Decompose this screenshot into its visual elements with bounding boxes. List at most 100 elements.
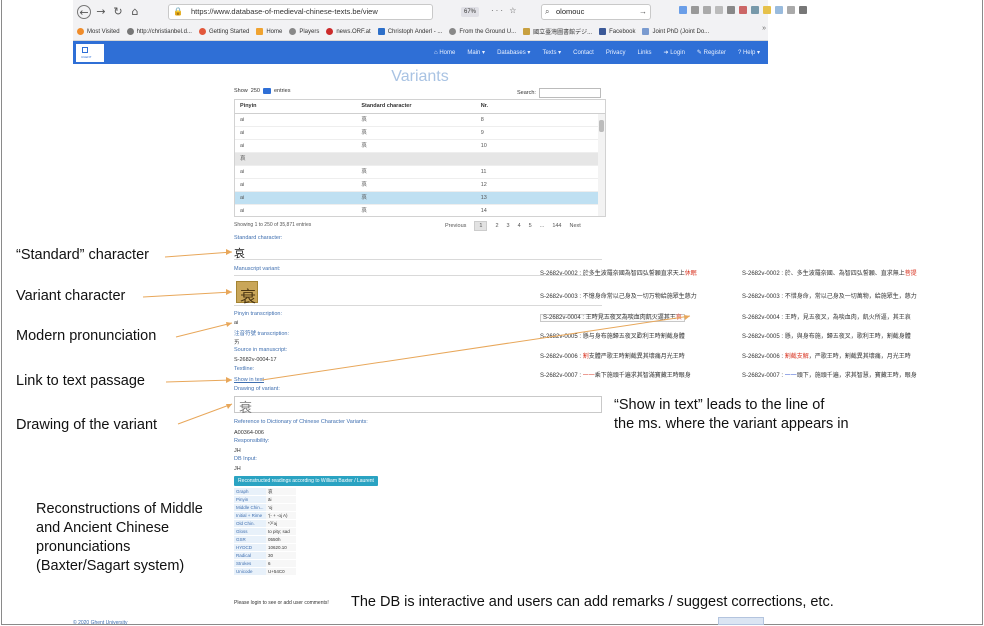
- pinyin-label: Pinyin transcription:: [234, 311, 282, 317]
- nav-register[interactable]: ✎ Register: [697, 49, 726, 56]
- gear-icon[interactable]: [787, 6, 795, 14]
- text-icon[interactable]: [715, 6, 723, 14]
- passage-line-highlighted[interactable]: S-2682v-0004 : 王時見五夜叉為啖血肉飢火逼其王哀: [540, 312, 685, 322]
- passage-line[interactable]: S-2682v-0006 : 割支體严歌王時割截異其壞痛月光王時: [540, 351, 685, 360]
- standard-char-label: Standard character:: [234, 235, 283, 241]
- bookmark-item[interactable]: http://christianbel.d...: [126, 28, 192, 35]
- bookmark-item[interactable]: Players: [289, 28, 319, 35]
- page-2[interactable]: 2: [495, 223, 498, 229]
- table-header: Pinyin Standard character Nr.: [235, 100, 605, 114]
- gear-icon: [77, 28, 84, 35]
- table-row[interactable]: ai 哀 8: [235, 114, 605, 127]
- login-note[interactable]: Please login to see or add user comments…: [234, 600, 329, 606]
- passage-line[interactable]: S-2682v-0003 : 不惜身命，常以己身及一切萬物，給施眾生，慈力: [742, 291, 917, 300]
- nav-databases[interactable]: Databases ▾: [497, 49, 530, 56]
- page-144[interactable]: 144: [552, 223, 561, 229]
- entries-select[interactable]: 250: [251, 88, 260, 94]
- passage-line[interactable]: S-2682v-0002 : 於多生波羅奈國為智四弘誓願直求天上休眠: [540, 268, 697, 277]
- url-bar[interactable]: 🔒 https://www.database-of-medieval-chine…: [168, 4, 433, 20]
- bookmark-item[interactable]: Joint PhD (Joint Do...: [642, 28, 709, 35]
- drawing-label: Drawing of variant:: [234, 386, 280, 392]
- bookmark-item[interactable]: From the Ground U...: [449, 28, 516, 35]
- search-bar[interactable]: ⌕ olomouc →: [541, 4, 651, 20]
- table-row[interactable]: ai 哀 10: [235, 140, 605, 153]
- passage-line[interactable]: S-2682v-0004 : 王時，見五夜叉，為啖血肉，飢火所逼，其王哀: [742, 312, 911, 321]
- back-icon[interactable]: ←: [77, 5, 91, 19]
- go-arrow-icon[interactable]: →: [639, 5, 647, 19]
- passage-line[interactable]: S-2682v-0007 : 一一乘下施頭千遍求其智滿寶藏王時眼身: [540, 370, 691, 379]
- nav-login[interactable]: ➜ Login: [664, 49, 685, 56]
- table-pagination: Previous 1 2 3 4 5 ... 144 Next: [445, 221, 581, 231]
- screenshot-icon[interactable]: [751, 6, 759, 14]
- bookmark-item[interactable]: Home: [256, 28, 282, 35]
- table-row[interactable]: ai 哀 11: [235, 166, 605, 179]
- forward-icon[interactable]: →: [94, 5, 108, 19]
- bookmark-item[interactable]: Christoph Anderl - ...: [377, 28, 442, 35]
- nav-privacy[interactable]: Privacy: [606, 50, 626, 56]
- zoom-level[interactable]: 67%: [461, 7, 480, 17]
- nav-main[interactable]: Main ▾: [467, 49, 485, 56]
- bookmark-item[interactable]: Facebook: [599, 28, 635, 35]
- shield-icon[interactable]: [727, 6, 735, 14]
- sync-icon[interactable]: [775, 6, 783, 14]
- table-row[interactable]: ai 哀 12: [235, 179, 605, 192]
- nav-texts[interactable]: Texts ▾: [542, 49, 561, 56]
- extension-icon[interactable]: [739, 6, 747, 14]
- menu-icon[interactable]: [799, 6, 807, 14]
- bookmark-item[interactable]: Most Visited: [77, 28, 120, 35]
- page-5[interactable]: 5: [529, 223, 532, 229]
- responsibility-label: Responsibility:: [234, 438, 270, 444]
- passage-line[interactable]: S-2682v-0006 : 割截支解，严歌王時，割截異其壞痛，月光王時: [742, 351, 911, 360]
- home-icon[interactable]: ⌂: [128, 5, 142, 19]
- col-nr[interactable]: Nr.: [476, 100, 605, 113]
- bookmark-item[interactable]: Getting Started: [198, 28, 249, 35]
- source-label: Source in manuscript:: [234, 347, 288, 353]
- sidebar-icon[interactable]: [703, 6, 711, 14]
- profile-icon: [377, 28, 385, 35]
- table-row-selected[interactable]: ai 哀 13: [235, 192, 605, 205]
- page-previous[interactable]: Previous: [445, 223, 466, 229]
- table-scrollbar-thumb[interactable]: [599, 120, 604, 132]
- page-next[interactable]: Next: [570, 223, 581, 229]
- pinyin-value: ai: [234, 320, 239, 326]
- passage-line[interactable]: S-2682v-0003 : 不憶身命常以己身及一切万物給施眾生慈力: [540, 291, 697, 300]
- nav-home[interactable]: ⌂ Home: [434, 50, 455, 56]
- annotation-drawing: Drawing of the variant: [16, 417, 158, 433]
- table-group-row[interactable]: 哀: [235, 153, 605, 166]
- col-pinyin[interactable]: Pinyin: [235, 100, 356, 113]
- passage-line[interactable]: S-2682v-0002 : 於、多生波羅奈國、為智四弘誓願、直求無上菩提: [742, 268, 917, 277]
- chevron-right-icon[interactable]: »: [762, 25, 766, 32]
- reload-icon[interactable]: ↻: [111, 5, 125, 19]
- table-row: Gloss to pity; sad: [234, 528, 296, 536]
- page-4[interactable]: 4: [518, 223, 521, 229]
- table-row[interactable]: ai 哀 9: [235, 127, 605, 140]
- nav-buttons: ← → ↻ ⌂: [77, 4, 145, 20]
- nav-help[interactable]: ? Help ▾: [738, 49, 760, 56]
- page-actions-icon[interactable]: ··· ☆: [491, 6, 518, 15]
- col-standard-character[interactable]: Standard character: [356, 100, 475, 113]
- table-search-input[interactable]: [538, 88, 601, 98]
- passage-line[interactable]: S-2682v-0005 : 懸与身布施歸五夜叉歡利王時割截身體: [540, 331, 685, 340]
- page-ellipsis: ...: [539, 223, 545, 229]
- site-navbar: UGENT ⌂ Home Main ▾ Databases ▾ Texts ▾ …: [73, 41, 768, 64]
- select-chevron-icon[interactable]: [262, 88, 271, 94]
- passage-line[interactable]: S-2682v-0007 : 一一頭下，施頭千遍，求其智慧，寶藏王時，眼身: [742, 370, 917, 379]
- nav-contact[interactable]: Contact: [573, 50, 594, 56]
- reconstruction-table: Graph 哀 Pinyin āi Middle Chin...'oj Initia…: [234, 488, 296, 576]
- download-icon[interactable]: [679, 6, 687, 14]
- passage-line[interactable]: S-2682v-0005 : 懸，與身布施，歸五夜叉，歌利王時，割截身體: [742, 331, 911, 340]
- bookmark-item[interactable]: 國立臺灣圖書館デジ...: [523, 27, 592, 36]
- bookmark-item[interactable]: news.ORF.at: [326, 28, 371, 35]
- show-in-text-link[interactable]: Show in text: [234, 377, 264, 383]
- players-icon: [289, 28, 297, 35]
- table-row[interactable]: ai 哀 14: [235, 205, 605, 216]
- page-1[interactable]: 1: [474, 221, 488, 231]
- reconstructed-readings-button[interactable]: Reconstructed readings according to Will…: [234, 476, 378, 494]
- page-3[interactable]: 3: [507, 223, 510, 229]
- nav-links[interactable]: Links: [638, 50, 652, 56]
- db-input-value: JH: [234, 466, 241, 472]
- browser-chrome: ← → ↻ ⌂ 🔒 https://www.database-of-mediev…: [73, 0, 807, 41]
- note-icon[interactable]: [763, 6, 771, 14]
- library-icon[interactable]: [691, 6, 699, 14]
- site-logo[interactable]: UGENT: [76, 44, 104, 62]
